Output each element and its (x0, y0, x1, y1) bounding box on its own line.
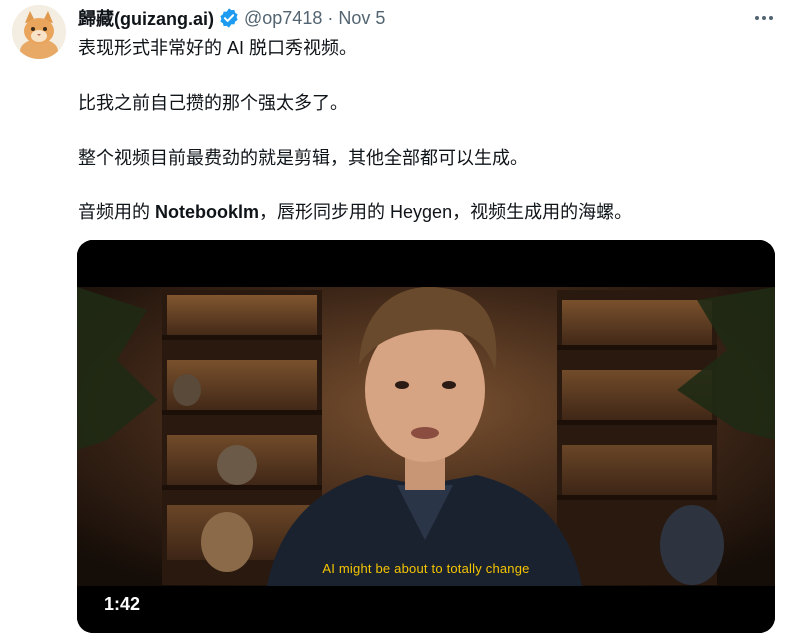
notebooklm-mention: Notebooklm (155, 202, 260, 222)
tweet-text-line-3: 整个视频目前最费劲的就是剪辑，其他全部都可以生成。 (78, 148, 528, 168)
more-options-icon[interactable] (748, 7, 780, 29)
line-4-suffix: ，唇形同步用的 Heygen，视频生成用的海螺。 (259, 202, 633, 222)
tweet-text-line-2: 比我之前自己攒的那个强太多了。 (78, 93, 348, 113)
line-4-prefix: 音频用的 (78, 202, 156, 222)
tweet-header: 歸藏(guizang.ai) @op7418 · Nov 5 (78, 6, 385, 30)
video-player[interactable]: AI might be about to totally change 1:42 (77, 240, 775, 633)
cat-avatar-icon (12, 5, 66, 59)
video-subtitle: AI might be about to totally change (322, 561, 530, 576)
author-handle[interactable]: @op7418 (244, 8, 322, 29)
author-name[interactable]: 歸藏(guizang.ai) (78, 5, 214, 31)
author-avatar[interactable] (12, 5, 66, 59)
tweet-text-line-4: 音频用的 Notebooklm，唇形同步用的 Heygen，视频生成用的海螺。 (78, 200, 632, 224)
tweet-date[interactable]: Nov 5 (338, 8, 385, 29)
verified-badge-icon (220, 8, 238, 28)
tweet-text-line-1: 表现形式非常好的 AI 脱口秀视频。 (78, 38, 358, 58)
separator-dot: · (327, 7, 334, 28)
video-duration: 1:42 (104, 594, 141, 614)
